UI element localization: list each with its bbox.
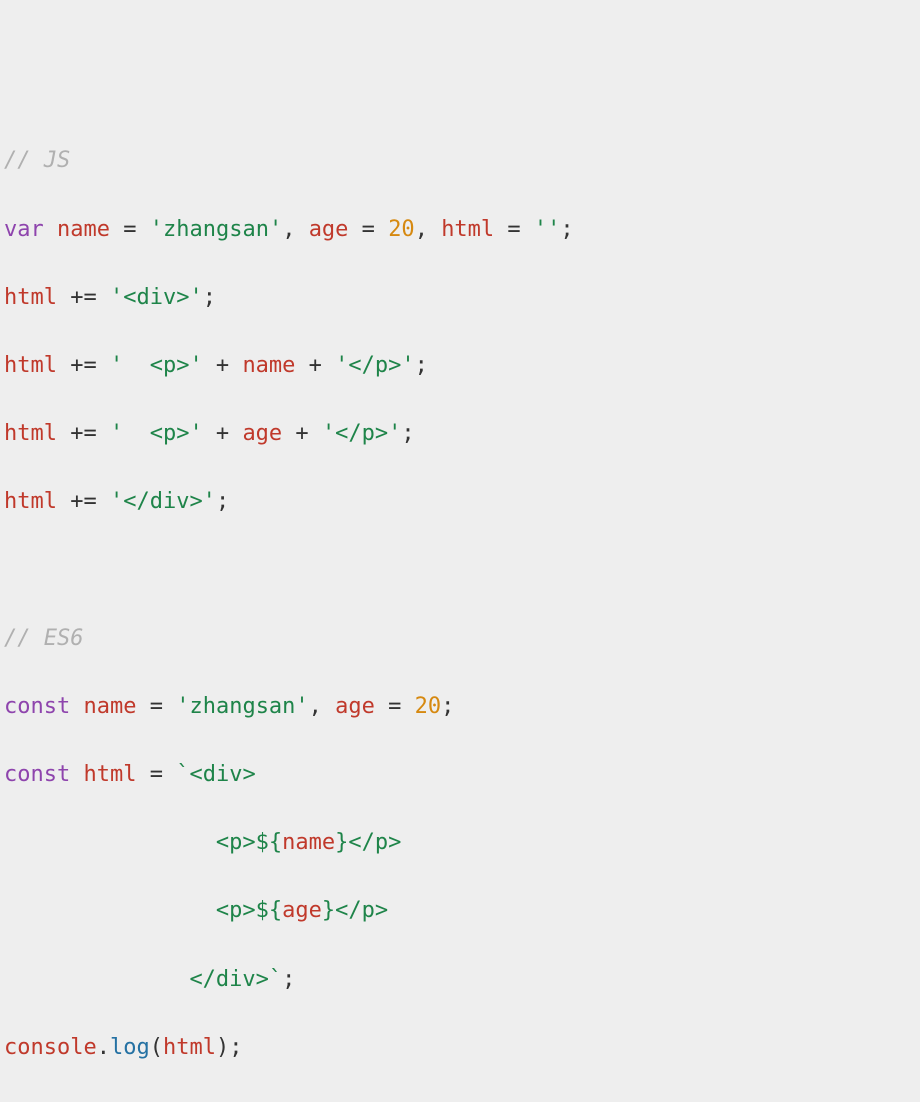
string: 'zhangsan' [150,217,282,242]
string: '</p>' [322,421,401,446]
code-line: </div>`; [4,963,916,997]
string: '' [534,217,561,242]
comment: // JS [4,148,70,173]
identifier: html [4,489,57,514]
comma: , [282,217,309,242]
operator: = [136,694,176,719]
backtick: ` [269,967,282,992]
string: '</p>' [335,353,414,378]
code-line: html += ' <p>' + name + '</p>'; [4,349,916,383]
identifier: age [335,694,375,719]
string: ' <p>' [110,353,203,378]
identifier: name [242,353,295,378]
function-name: log [110,1035,150,1060]
blank-line [4,558,17,583]
keyword-const: const [4,694,70,719]
interp-open: ${ [256,898,283,923]
code-line: <p>${name}</p> [4,826,916,860]
indent [4,898,216,923]
code-line: <p>${age}</p> [4,894,916,928]
code-line: html += ' <p>' + age + '</p>'; [4,417,916,451]
code-line: console.log(html); [4,1031,916,1065]
identifier: age [242,421,282,446]
template-string: </p> [335,898,388,923]
identifier: html [83,762,136,787]
operator: + [203,421,243,446]
semicolon: ; [229,1035,242,1060]
interp-close: } [335,830,348,855]
comment: // ES6 [4,626,83,651]
dot: . [97,1035,110,1060]
string: '</div>' [110,489,216,514]
template-string: </div> [189,967,268,992]
operator: = [375,694,415,719]
code-line [4,554,916,588]
operator: = [110,217,150,242]
identifier: age [309,217,349,242]
template-string: <p> [216,898,256,923]
number: 20 [415,694,442,719]
semicolon: ; [415,353,428,378]
code-line: html += '<div>'; [4,281,916,315]
keyword-var: var [4,217,44,242]
identifier: age [282,898,322,923]
code-line: const html = `<div> [4,758,916,792]
code-line: var name = 'zhangsan', age = 20, html = … [4,213,916,247]
identifier: html [441,217,494,242]
identifier: html [4,421,57,446]
identifier: html [4,353,57,378]
number: 20 [388,217,415,242]
semicolon: ; [560,217,573,242]
paren-close: ) [216,1035,229,1060]
string: '<div>' [110,285,203,310]
semicolon: ; [401,421,414,446]
operator: += [57,353,110,378]
interp-close: } [322,898,335,923]
semicolon: ; [203,285,216,310]
semicolon: ; [441,694,454,719]
semicolon: ; [282,967,295,992]
semicolon: ; [216,489,229,514]
identifier: name [282,830,335,855]
operator: += [57,489,110,514]
operator: = [348,217,388,242]
code-line: // JS [4,144,916,178]
comma: , [415,217,442,242]
indent [4,830,216,855]
operator: + [295,353,335,378]
identifier: name [83,694,136,719]
indent [4,967,189,992]
backtick: ` [176,762,189,787]
template-string: <p> [216,830,256,855]
identifier: name [57,217,110,242]
operator: += [57,285,110,310]
identifier: html [163,1035,216,1060]
operator: += [57,421,110,446]
code-line: html += '</div>'; [4,485,916,519]
string: 'zhangsan' [176,694,308,719]
comma: , [309,694,336,719]
code-line: // ES6 [4,622,916,656]
string: ' <p>' [110,421,203,446]
interp-open: ${ [256,830,283,855]
keyword-const: const [4,762,70,787]
paren-open: ( [150,1035,163,1060]
operator: + [282,421,322,446]
identifier: html [4,285,57,310]
template-string: </p> [348,830,401,855]
identifier: console [4,1035,97,1060]
template-string: <div> [189,762,255,787]
code-line: const name = 'zhangsan', age = 20; [4,690,916,724]
operator: + [203,353,243,378]
operator: = [136,762,176,787]
operator: = [494,217,534,242]
